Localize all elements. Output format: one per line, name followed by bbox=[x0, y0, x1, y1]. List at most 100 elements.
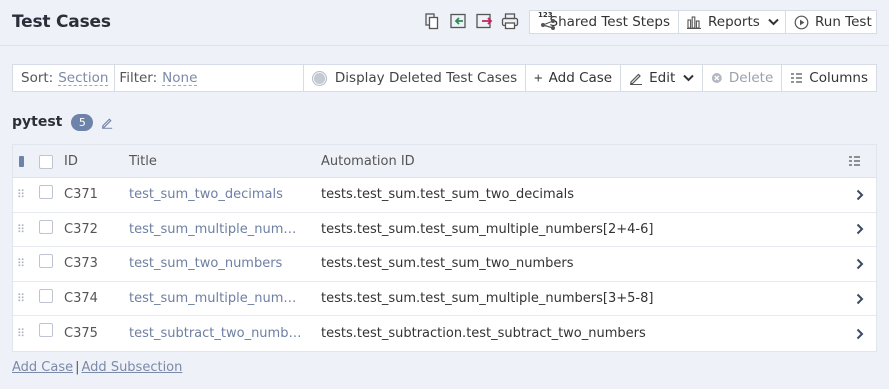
row-checkbox[interactable] bbox=[39, 288, 53, 303]
case-id-text: C374 bbox=[64, 291, 98, 307]
table-row[interactable]: ⠿ C375 test_subtract_two_numbers tests.t… bbox=[13, 316, 876, 351]
filter-label: Filter: bbox=[119, 70, 158, 86]
automation-id: tests.test_sum.test_sum_multiple_numbers… bbox=[321, 213, 653, 247]
chevron-right-icon[interactable] bbox=[856, 282, 864, 316]
case-title-text[interactable]: test_sum_multiple_numbe... bbox=[129, 222, 304, 237]
automation-id-text: tests.test_sum.test_sum_two_numbers bbox=[321, 256, 574, 272]
automation-id-column-header[interactable]: Automation ID bbox=[321, 145, 415, 177]
reports-button[interactable]: Reports bbox=[678, 10, 786, 34]
print-icon[interactable] bbox=[501, 12, 519, 30]
add-subsection-link[interactable]: Add Subsection bbox=[82, 360, 183, 375]
columns-button[interactable]: Columns bbox=[782, 65, 876, 91]
case-title-link[interactable]: test_sum_multiple_numbe... bbox=[129, 213, 304, 247]
select-all-checkbox[interactable] bbox=[39, 155, 53, 169]
drag-handle-icon[interactable]: ⠿ bbox=[17, 282, 25, 316]
case-id-text: C375 bbox=[64, 326, 98, 342]
import-icon[interactable] bbox=[449, 12, 467, 30]
edit-section-icon[interactable] bbox=[101, 116, 114, 129]
row-checkbox[interactable] bbox=[39, 323, 53, 338]
shared-steps-icon: 123 bbox=[538, 11, 555, 30]
drag-handle-icon[interactable]: ⠿ bbox=[17, 213, 25, 247]
section-header: pytest 5 bbox=[12, 112, 114, 132]
run-test-label: Run Test bbox=[815, 14, 872, 30]
sort-label: Sort: bbox=[21, 70, 54, 86]
case-id: C375 bbox=[64, 316, 98, 351]
row-checkbox[interactable] bbox=[39, 185, 53, 199]
export-icon[interactable] bbox=[475, 12, 493, 30]
case-title-text[interactable]: test_subtract_two_numbers bbox=[129, 326, 304, 341]
bar-chart-icon bbox=[687, 16, 701, 29]
filter-control: Filter: None bbox=[114, 65, 305, 91]
drag-handle-icon[interactable]: ⠿ bbox=[17, 178, 25, 212]
pencil-icon bbox=[630, 73, 643, 85]
edit-button[interactable]: Edit bbox=[621, 65, 704, 91]
automation-id-text: tests.test_sum.test_sum_multiple_numbers… bbox=[321, 291, 654, 307]
automation-id-text: tests.test_subtraction.test_subtract_two… bbox=[321, 326, 646, 342]
chevron-down-icon bbox=[768, 18, 779, 26]
table-row[interactable]: ⠿ C371 test_sum_two_decimals tests.test_… bbox=[13, 178, 876, 213]
case-title-link[interactable]: test_subtract_two_numbers bbox=[129, 316, 304, 351]
drag-handle-icon[interactable]: ⠿ bbox=[17, 316, 25, 351]
case-title-link[interactable]: test_sum_two_numbers bbox=[129, 247, 282, 281]
case-toolbar: Sort: Section Filter: None Display Delet… bbox=[12, 64, 877, 92]
toggle-switch[interactable] bbox=[312, 70, 327, 86]
columns-icon bbox=[791, 73, 803, 83]
title-column-header[interactable]: Title bbox=[129, 145, 157, 177]
footer-links: Add Case | Add Subsection bbox=[12, 360, 182, 375]
section-name: pytest bbox=[12, 114, 63, 130]
case-id: C372 bbox=[64, 213, 98, 247]
delete-circle-icon bbox=[712, 73, 723, 83]
automation-id-text: tests.test_sum.test_sum_multiple_numbers… bbox=[321, 221, 654, 237]
chevron-down-icon bbox=[683, 74, 694, 82]
chevron-right-icon[interactable] bbox=[856, 178, 864, 212]
run-test-button[interactable]: Run Test bbox=[785, 10, 877, 34]
footer-separator: | bbox=[75, 360, 80, 375]
shared-test-steps-button[interactable]: 123 Shared Test Steps bbox=[529, 10, 679, 34]
page-header: Test Cases 123 Shared Test Steps Reports… bbox=[0, 0, 889, 46]
chevron-right-icon[interactable] bbox=[856, 213, 864, 247]
display-deleted-toggle[interactable]: Display Deleted Test Cases bbox=[304, 65, 527, 91]
add-case-label: Add Case bbox=[548, 70, 613, 86]
drag-column-marker bbox=[19, 145, 24, 177]
case-id-text: C372 bbox=[64, 221, 98, 237]
case-id-text: C371 bbox=[64, 187, 98, 203]
case-id: C373 bbox=[64, 247, 98, 281]
chevron-right-icon[interactable] bbox=[856, 247, 864, 281]
copy-icon[interactable] bbox=[423, 12, 441, 30]
case-title-text[interactable]: test_sum_two_numbers bbox=[129, 256, 282, 271]
table-row[interactable]: ⠿ C372 test_sum_multiple_numbe... tests.… bbox=[13, 213, 876, 248]
case-title-text[interactable]: test_sum_multiple_numbe... bbox=[129, 291, 304, 306]
drag-handle-icon[interactable]: ⠿ bbox=[17, 247, 25, 281]
edit-label: Edit bbox=[649, 70, 676, 86]
case-id: C374 bbox=[64, 282, 98, 316]
filter-value-link[interactable]: None bbox=[162, 71, 198, 86]
case-title-link[interactable]: test_sum_two_decimals bbox=[129, 178, 283, 212]
reports-label: Reports bbox=[708, 14, 760, 30]
grid-header: ID Title Automation ID bbox=[13, 145, 876, 178]
automation-id-text: tests.test_sum.test_sum_two_decimals bbox=[321, 187, 574, 203]
automation-id: tests.test_sum.test_sum_two_numbers bbox=[321, 247, 573, 281]
case-id: C371 bbox=[64, 178, 98, 212]
table-row[interactable]: ⠿ C373 test_sum_two_numbers tests.test_s… bbox=[13, 247, 876, 282]
column-settings-icon[interactable] bbox=[848, 145, 861, 177]
row-checkbox[interactable] bbox=[39, 219, 53, 234]
play-circle-icon bbox=[794, 15, 809, 29]
automation-id: tests.test_sum.test_sum_multiple_numbers… bbox=[321, 282, 653, 316]
case-id-text: C373 bbox=[64, 256, 98, 272]
case-title-text[interactable]: test_sum_two_decimals bbox=[129, 187, 283, 202]
automation-id: tests.test_sum.test_sum_two_decimals bbox=[321, 178, 574, 212]
shared-test-steps-label: Shared Test Steps bbox=[549, 14, 670, 30]
add-case-button[interactable]: Add Case bbox=[526, 65, 622, 91]
table-row[interactable]: ⠿ C374 test_sum_multiple_numbe... tests.… bbox=[13, 282, 876, 317]
id-column-header[interactable]: ID bbox=[64, 145, 78, 177]
sort-control: Sort: Section bbox=[13, 65, 114, 91]
case-title-link[interactable]: test_sum_multiple_numbe... bbox=[129, 282, 304, 316]
sort-value-link[interactable]: Section bbox=[58, 71, 109, 86]
add-case-link[interactable]: Add Case bbox=[12, 360, 73, 375]
case-count-badge: 5 bbox=[71, 113, 94, 131]
chevron-right-icon[interactable] bbox=[856, 316, 864, 351]
delete-button[interactable]: Delete bbox=[703, 65, 783, 91]
automation-id: tests.test_subtraction.test_subtract_two… bbox=[321, 316, 646, 351]
row-checkbox[interactable] bbox=[39, 254, 53, 269]
test-case-grid: ID Title Automation ID ⠿ C371 test_sum_t… bbox=[12, 144, 877, 352]
